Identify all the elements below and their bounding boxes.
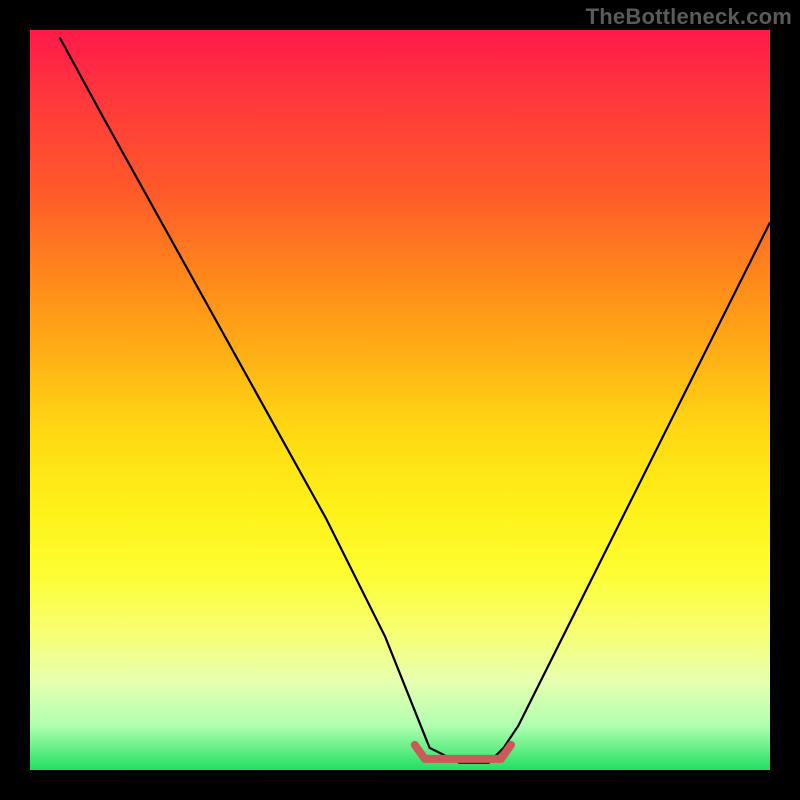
- bottleneck-curve: [60, 37, 770, 762]
- chart-svg: [30, 30, 770, 770]
- plot-area: [30, 30, 770, 770]
- watermark-text: TheBottleneck.com: [586, 4, 792, 30]
- chart-container: TheBottleneck.com: [0, 0, 800, 800]
